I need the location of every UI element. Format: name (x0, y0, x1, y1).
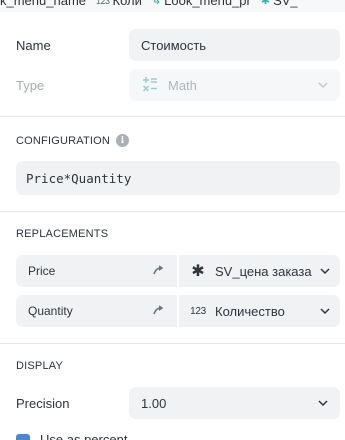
replacement-row-price: Price ✱ SV_цена заказа (16, 255, 340, 287)
replacement-source-label: Quantity (28, 304, 73, 318)
type-value: Math (168, 77, 197, 93)
replacement-target-select[interactable]: ✱ SV_цена заказа (179, 255, 340, 287)
token-label: Look_menu_pr (164, 0, 251, 8)
precision-row: Precision 1.00 (16, 387, 340, 419)
formula-text: Price*Quantity (26, 170, 132, 186)
type-label: Type (16, 77, 45, 93)
asterisk-icon: ✱ (191, 263, 205, 280)
token-label: SV_ (273, 0, 298, 8)
token-menu-name[interactable]: k_menu_name (0, 0, 86, 8)
name-input[interactable]: Стоимость (129, 29, 340, 61)
token-label: Коли (112, 0, 142, 8)
precision-value: 1.00 (141, 395, 167, 411)
display-title-text: DISPLAY (16, 360, 64, 372)
replacement-source: Price (16, 255, 177, 287)
divider (0, 116, 345, 117)
token-sv[interactable]: ✱ SV_ (261, 0, 298, 8)
percent-checkbox-label: Use as percent... (40, 432, 139, 440)
replacement-source-label: Price (28, 264, 56, 278)
precision-label: Precision (16, 395, 70, 411)
configuration-title-text: CONFIGURATION (16, 134, 111, 147)
token-label: k_menu_name (0, 0, 86, 8)
asterisk-icon: ✱ (260, 0, 271, 7)
display-title: DISPLAY (16, 360, 63, 372)
lookup-icon: ↳ (151, 0, 162, 7)
replacement-target-select[interactable]: 123 Количество (179, 295, 340, 327)
name-row: Name Стоимость (16, 29, 340, 61)
info-icon[interactable]: i (116, 134, 130, 147)
chevron-down-icon (318, 398, 328, 408)
name-label: Name (16, 37, 51, 53)
configuration-title: CONFIGURATION i (16, 134, 130, 147)
type-row: Type Math (16, 69, 340, 101)
name-value: Стоимость (141, 37, 207, 53)
type-select[interactable]: Math (129, 69, 340, 101)
replacements-title-text: REPLACEMENTS (16, 228, 109, 240)
arrow-right-icon (153, 304, 165, 318)
token-lookup[interactable]: ↳ Look_menu_pr (152, 0, 251, 8)
field-token-strip: k_menu_name 123 Коли ↳ Look_menu_pr ✱ SV… (0, 0, 345, 12)
percent-checkbox[interactable] (16, 434, 30, 440)
chevron-down-icon (318, 80, 328, 90)
math-icon (141, 76, 159, 95)
replacement-target-label: SV_цена заказа (215, 263, 312, 279)
replacement-row-quantity: Quantity 123 Количество (16, 295, 340, 327)
formula-input[interactable]: Price*Quantity (16, 161, 340, 195)
divider (0, 211, 345, 212)
replacements-title: REPLACEMENTS (16, 228, 108, 240)
chevron-down-icon (320, 266, 330, 276)
precision-select[interactable]: 1.00 (129, 387, 340, 419)
token-quantity[interactable]: 123 Коли (96, 0, 142, 8)
replacement-source: Quantity (16, 295, 177, 327)
number-type-icon: 123 (190, 305, 206, 317)
replacement-target-label: Количество (215, 303, 285, 319)
arrow-right-icon (153, 264, 165, 278)
chevron-down-icon (320, 306, 330, 316)
number-type-icon: 123 (96, 0, 110, 6)
divider (0, 343, 345, 344)
